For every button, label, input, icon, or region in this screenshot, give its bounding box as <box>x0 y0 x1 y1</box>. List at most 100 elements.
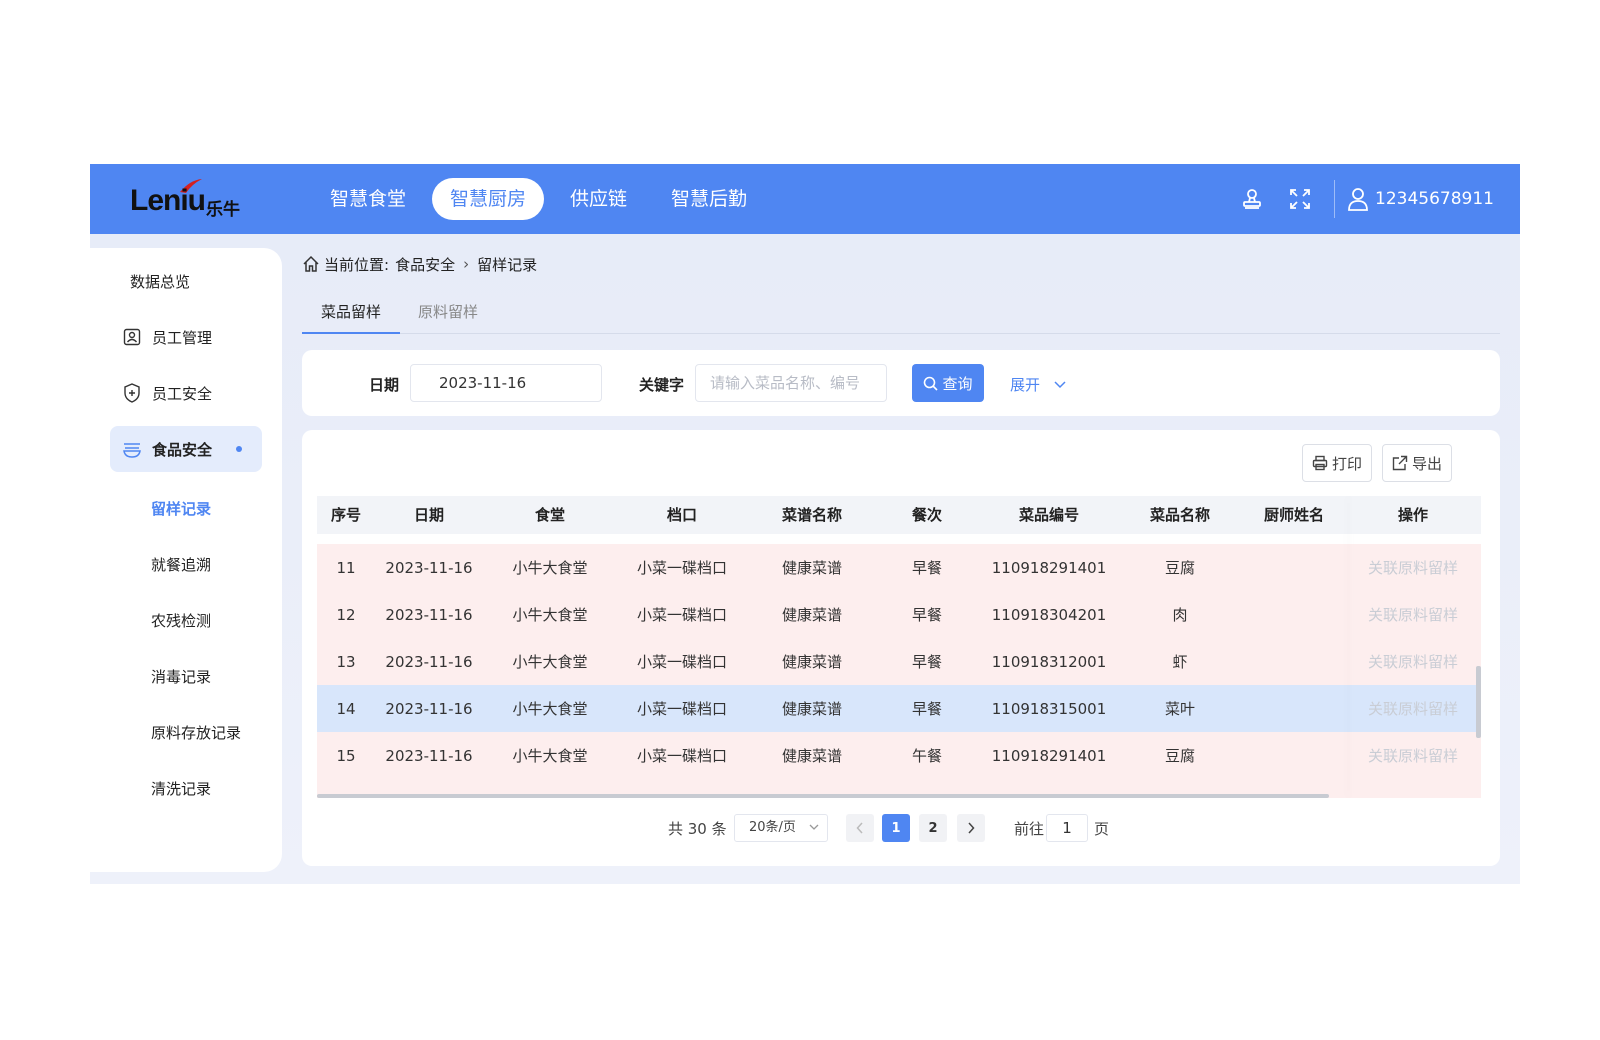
cell-date: 2023-11-16 <box>385 559 473 577</box>
nav-smart-kitchen[interactable]: 智慧厨房 <box>432 178 545 220</box>
col-header-action: 操作 <box>1397 506 1428 524</box>
chevron-right-icon: › <box>463 255 470 273</box>
export-icon <box>1392 455 1408 471</box>
link-related-ingredient-sample[interactable]: 关联原料留样 <box>1349 591 1477 639</box>
sidebar-sub-cleaning-record[interactable]: 清洗记录 <box>151 778 211 799</box>
page-size-value: 20条/页 <box>749 820 796 835</box>
print-label: 打印 <box>1331 454 1362 473</box>
date-field[interactable]: 2023-11-16 <box>410 364 602 402</box>
user-account: 12345678911 <box>1375 189 1494 209</box>
horizontal-scrollbar[interactable] <box>317 794 1329 798</box>
cell-dish: 虾 <box>1172 653 1188 671</box>
stamp-icon[interactable] <box>1234 181 1270 217</box>
fullscreen-icon[interactable] <box>1282 181 1318 217</box>
breadcrumb: 当前位置: 食品安全 › 留样记录 <box>302 252 537 276</box>
cell-stall: 小菜一碟档口 <box>636 606 727 624</box>
page-1-button[interactable]: 1 <box>882 814 910 842</box>
brand-logo: Leniu 乐牛 <box>130 178 250 220</box>
sidebar-item-staff-management[interactable]: 员工管理 <box>110 314 262 360</box>
cell-chef <box>1239 732 1349 780</box>
page-size-select[interactable]: 20条/页 <box>734 814 828 842</box>
link-related-ingredient-sample[interactable]: 关联原料留样 <box>1349 544 1477 592</box>
cell-date: 2023-11-16 <box>385 606 473 624</box>
link-related-ingredient-sample[interactable]: 关联原料留样 <box>1349 638 1477 686</box>
export-button[interactable]: 导出 <box>1382 444 1452 482</box>
cell-no: 13 <box>336 653 356 671</box>
cell-canteen: 小牛大食堂 <box>512 559 588 577</box>
cell-menu: 健康菜谱 <box>781 606 842 624</box>
sidebar-item-data-overview[interactable]: 数据总览 <box>110 258 262 304</box>
table-row-selected[interactable]: 14 2023-11-16 小牛大食堂 小菜一碟档口 健康菜谱 早餐 11091… <box>317 685 1481 733</box>
logo-cn-text: 乐牛 <box>206 200 240 220</box>
bowl-icon <box>122 439 142 459</box>
filter-bar: 日期 2023-11-16 关键字 请输入菜品名称、编号 查询 展开 <box>302 350 1500 416</box>
breadcrumb-level2: 留样记录 <box>477 255 538 274</box>
cell-canteen: 小牛大食堂 <box>512 747 588 765</box>
cell-menu: 健康菜谱 <box>781 653 842 671</box>
table-header: 序号 日期 食堂 档口 菜谱名称 餐次 菜品编号 菜品名称 厨师姓名 操作 <box>317 496 1481 534</box>
vertical-scrollbar[interactable] <box>1476 666 1481 738</box>
table-row[interactable]: 11 2023-11-16 小牛大食堂 小菜一碟档口 健康菜谱 早餐 11091… <box>317 544 1481 592</box>
page-suffix: 页 <box>1094 820 1110 838</box>
col-header-date: 日期 <box>413 506 444 524</box>
sidebar-item-staff-safety[interactable]: 员工安全 <box>110 370 262 416</box>
link-related-ingredient-sample[interactable]: 关联原料留样 <box>1349 685 1477 733</box>
nav-smart-canteen[interactable]: 智慧食堂 <box>312 178 424 220</box>
nav-smart-logistics[interactable]: 智慧后勤 <box>653 178 765 220</box>
link-related-ingredient-sample[interactable]: 关联原料留样 <box>1349 732 1477 780</box>
nav-supply-chain[interactable]: 供应链 <box>552 178 645 220</box>
cell-meal: 午餐 <box>911 747 942 765</box>
sidebar: 数据总览 员工管理 员工安全 食品安全 留样记录 就餐追溯 农残检测 消毒记录 … <box>90 248 282 872</box>
app-window: Leniu 乐牛 智慧食堂 智慧厨房 供应链 智慧后勤 12345678911 <box>90 164 1520 884</box>
user-icon <box>1348 188 1368 211</box>
breadcrumb-prefix: 当前位置: <box>324 255 390 274</box>
cell-code: 110918304201 <box>991 606 1107 624</box>
cell-canteen: 小牛大食堂 <box>512 606 588 624</box>
sidebar-sub-ingredient-storage[interactable]: 原料存放记录 <box>151 722 241 743</box>
printer-icon <box>1312 455 1328 471</box>
sidebar-sub-disinfection-record[interactable]: 消毒记录 <box>151 666 211 687</box>
sidebar-sub-sample-record[interactable]: 留样记录 <box>151 498 211 519</box>
cell-stall: 小菜一碟档口 <box>636 559 727 577</box>
expand-toggle[interactable]: 展开 <box>1010 374 1066 395</box>
id-card-icon <box>122 327 142 347</box>
cell-meal: 早餐 <box>911 700 942 718</box>
total-count: 共 30 条 <box>668 820 727 838</box>
active-dot <box>236 446 242 452</box>
cell-date: 2023-11-16 <box>385 700 473 718</box>
user-menu[interactable]: 12345678911 <box>1347 187 1494 211</box>
query-button[interactable]: 查询 <box>912 364 984 402</box>
sidebar-sub-meal-trace[interactable]: 就餐追溯 <box>151 554 211 575</box>
sidebar-item-food-safety[interactable]: 食品安全 <box>110 426 262 472</box>
tab-dish-sample[interactable]: 菜品留样 <box>302 296 400 334</box>
table-row[interactable]: 15 2023-11-16 小牛大食堂 小菜一碟档口 健康菜谱 午餐 11091… <box>317 732 1481 780</box>
table-panel: 打印 导出 序号 日期 食堂 档口 菜谱名称 餐次 菜品编号 菜品名称 厨师姓名… <box>302 430 1500 866</box>
goto-page-input[interactable]: 1 <box>1046 814 1088 842</box>
sidebar-item-label: 数据总览 <box>130 272 191 291</box>
cell-chef <box>1239 544 1349 592</box>
table-row[interactable]: 13 2023-11-16 小牛大食堂 小菜一碟档口 健康菜谱 早餐 11091… <box>317 638 1481 686</box>
chevron-down-icon <box>1054 380 1066 388</box>
breadcrumb-level1[interactable]: 食品安全 <box>395 254 455 275</box>
cell-dish: 豆腐 <box>1164 747 1195 765</box>
toolbar-divider <box>1334 180 1336 218</box>
sidebar-item-label: 食品安全 <box>152 440 213 459</box>
tab-ingredient-sample[interactable]: 原料留样 <box>418 296 478 334</box>
cell-dish: 豆腐 <box>1164 559 1195 577</box>
home-icon <box>303 255 319 272</box>
col-header-stall: 档口 <box>666 506 697 524</box>
next-page-button[interactable] <box>957 814 985 842</box>
print-button[interactable]: 打印 <box>1302 444 1372 482</box>
cell-no: 14 <box>336 700 356 718</box>
keyword-input[interactable]: 请输入菜品名称、编号 <box>695 364 887 402</box>
top-navbar: Leniu 乐牛 智慧食堂 智慧厨房 供应链 智慧后勤 12345678911 <box>90 164 1520 234</box>
cell-meal: 早餐 <box>911 559 942 577</box>
col-header-canteen: 食堂 <box>534 506 565 524</box>
goto-label: 前往 <box>1014 820 1045 838</box>
page-2-button[interactable]: 2 <box>919 814 947 842</box>
table-row[interactable]: 12 2023-11-16 小牛大食堂 小菜一碟档口 健康菜谱 早餐 11091… <box>317 591 1481 639</box>
prev-page-button[interactable] <box>846 814 874 842</box>
sidebar-sub-pesticide-test[interactable]: 农残检测 <box>151 610 211 631</box>
col-header-dish: 菜品名称 <box>1149 506 1210 524</box>
cell-code: 110918315001 <box>991 700 1107 718</box>
